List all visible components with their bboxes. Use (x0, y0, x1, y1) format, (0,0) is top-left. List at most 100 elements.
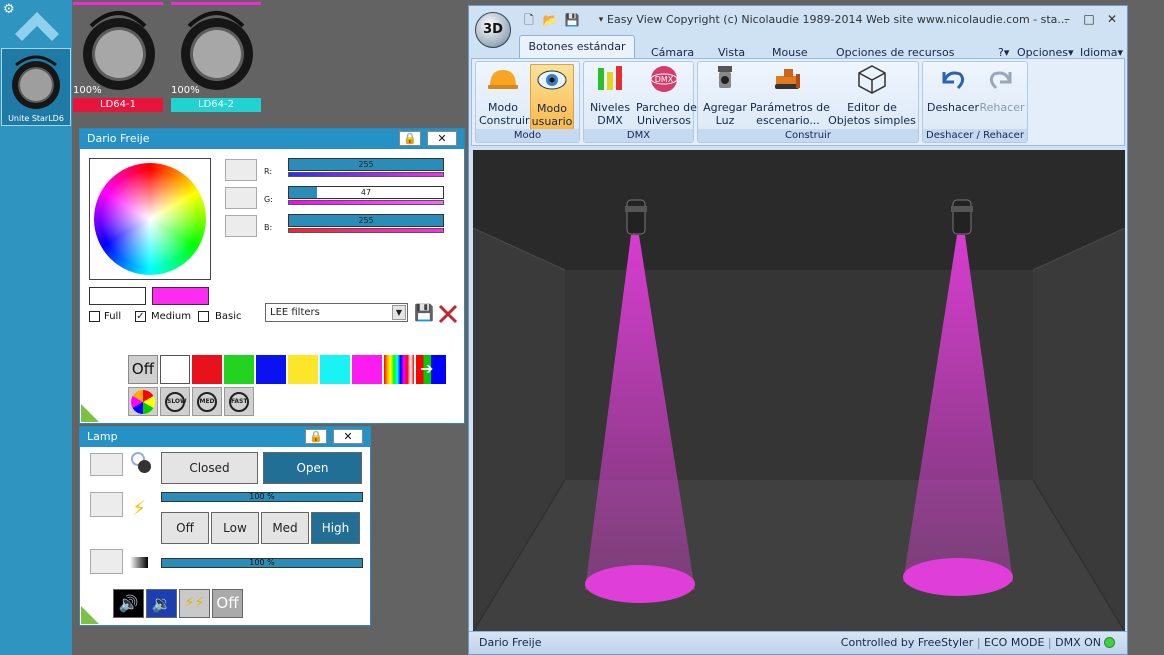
basic-label: Basic (215, 311, 242, 322)
modo-construir-button[interactable]: Modo Construir (479, 64, 530, 127)
editor-objetos-button[interactable]: Editor de Objetos simples (828, 64, 916, 127)
agregar-luz-button[interactable]: Agregar Luz (702, 64, 748, 127)
delete-icon[interactable] (437, 303, 459, 325)
new-file-icon[interactable]: 🗋 (521, 12, 537, 28)
speaker-blue-icon[interactable]: 🔉 (146, 589, 177, 618)
shutter-button[interactable] (90, 453, 123, 476)
power-med-button[interactable]: Med (261, 512, 309, 544)
medium-label: Medium (151, 311, 191, 322)
color-scroll-button[interactable]: ➔ (416, 355, 446, 384)
3d-stage-view[interactable] (473, 150, 1125, 632)
lightning-icon: ⚡ (132, 496, 147, 520)
full-checkbox[interactable] (89, 311, 100, 322)
channel-label-b: B: (264, 223, 273, 232)
full-label: Full (104, 311, 122, 322)
open-button[interactable]: Open (263, 452, 362, 484)
status-eco: ECO MODE (984, 636, 1045, 649)
undo-icon (942, 71, 965, 90)
save-icon[interactable]: 💾 (564, 12, 580, 28)
status-right: Controlled by FreeStyler | ECO MODE | DM… (840, 636, 1101, 649)
slow-speed-button[interactable]: SLOW (160, 387, 190, 416)
medium-checkbox[interactable]: ✓ (135, 311, 146, 322)
redo-icon (989, 71, 1012, 90)
close-button[interactable]: ✕ (1102, 11, 1122, 27)
fixture-ld64-2[interactable]: 100% LD64-2 (171, 2, 261, 112)
close-button[interactable]: ✕ (333, 429, 363, 444)
group-label: DMX (584, 129, 693, 142)
color-off-button[interactable]: Off (128, 355, 158, 384)
lamp-panel: Lamp 🔒 ✕ Closed Open ⚡ 100 % Off Low Med… (79, 426, 371, 626)
maximize-button[interactable]: □ (1079, 11, 1099, 27)
ribbon-group-dmx: Niveles DMX DMX Parcheo de Universos DMX (583, 61, 697, 143)
fast-speed-button[interactable]: FAST (224, 387, 254, 416)
speaker-icon[interactable]: 🔊 (113, 589, 144, 618)
parametros-escenario-button[interactable]: Parámetros de escenario... (750, 64, 830, 127)
dmx-status-icon (1104, 637, 1115, 648)
dimmer-button[interactable] (90, 549, 123, 574)
swatch-magenta[interactable] (352, 355, 382, 384)
red-slider[interactable]: 255 (288, 158, 444, 171)
swatch-white[interactable] (160, 355, 190, 384)
deshacer-button[interactable]: Deshacer (927, 64, 979, 114)
blue-slider[interactable]: 255 (288, 214, 444, 227)
color-wheel[interactable] (94, 163, 206, 275)
swatch-blue[interactable] (256, 355, 286, 384)
lamp-power-button[interactable] (90, 492, 123, 517)
blue-preset-button[interactable] (225, 215, 257, 237)
fixture-rail: ⚙ Unite StarLD6 (0, 0, 72, 655)
gear-icon[interactable]: ⚙ (3, 2, 15, 17)
hard-hat-icon (488, 70, 518, 89)
save-icon[interactable]: 💾 (414, 303, 434, 322)
color-mix-icon[interactable] (128, 387, 158, 416)
rehacer-button[interactable]: Rehacer (979, 64, 1025, 114)
swatch-yellow[interactable] (288, 355, 318, 384)
resize-grip-icon[interactable] (81, 606, 99, 624)
swatch-green[interactable] (224, 355, 254, 384)
minimize-button[interactable]: – (1057, 11, 1077, 27)
green-preset-button[interactable] (225, 187, 257, 209)
closed-button[interactable]: Closed (161, 452, 258, 484)
svg-text:DMX: DMX (655, 75, 674, 84)
status-bar: Dario Freije Controlled by FreeStyler | … (469, 631, 1127, 654)
power-off-button[interactable]: Off (161, 512, 209, 544)
power-high-button[interactable]: High (311, 512, 360, 544)
resize-grip-icon[interactable] (81, 404, 99, 422)
home-chevron-icon[interactable] (14, 10, 60, 46)
strobe-icon[interactable]: ⚡⚡ (179, 589, 210, 618)
parcheo-universos-button[interactable]: DMX Parcheo de Universos (636, 64, 697, 127)
fixture-ld64-1[interactable]: 100% LD64-1 (73, 2, 163, 112)
par-can-icon (181, 11, 253, 90)
group-label: Construir (698, 129, 918, 142)
lock-icon[interactable]: 🔒 (305, 429, 327, 444)
red-gradient (288, 172, 444, 177)
chevron-down-icon[interactable]: ▼ (392, 305, 406, 320)
fixture-unite-starld6[interactable]: Unite StarLD6 (1, 48, 71, 126)
med-speed-button[interactable]: MED (192, 387, 222, 416)
modo-usuario-button[interactable]: Modo usuario (530, 64, 574, 130)
rainbow-swatch[interactable] (384, 355, 414, 384)
swatch-red[interactable] (192, 355, 222, 384)
green-slider[interactable]: 47 (288, 186, 444, 199)
basic-checkbox[interactable] (198, 311, 209, 322)
lock-icon[interactable]: 🔒 (399, 131, 421, 146)
filter-select[interactable]: LEE filters ▼ (265, 303, 408, 322)
color-panel: Dario Freije 🔒 ✕ R: G: B: 255 47 255 Ful… (79, 128, 465, 424)
ribbon-group-deshacer-rehacer: Deshacer Rehacer Deshacer / Rehacer (922, 61, 1028, 143)
niveles-dmx-button[interactable]: Niveles DMX (588, 64, 632, 127)
status-dmx: DMX ON (1055, 636, 1101, 649)
current-color-swatch (152, 287, 209, 305)
red-preset-button[interactable] (225, 159, 257, 181)
blue-gradient (288, 228, 444, 233)
status-user: Dario Freije (479, 636, 542, 649)
tab-botones-estandar[interactable]: Botones estándar (519, 35, 635, 59)
dimmer-level-bar[interactable]: 100 % (161, 558, 363, 568)
fixture-name: LD64-1 (73, 98, 163, 112)
open-folder-icon[interactable]: 📂 (542, 12, 558, 28)
app-3d-icon[interactable]: 3D (475, 12, 511, 48)
swatch-cyan[interactable] (320, 355, 350, 384)
close-button[interactable]: ✕ (427, 131, 457, 146)
lamp-off-button[interactable]: Off (212, 589, 243, 618)
power-low-button[interactable]: Low (211, 512, 259, 544)
lamp-level-bar[interactable]: 100 % (161, 492, 363, 502)
previous-color-swatch[interactable] (89, 287, 146, 305)
